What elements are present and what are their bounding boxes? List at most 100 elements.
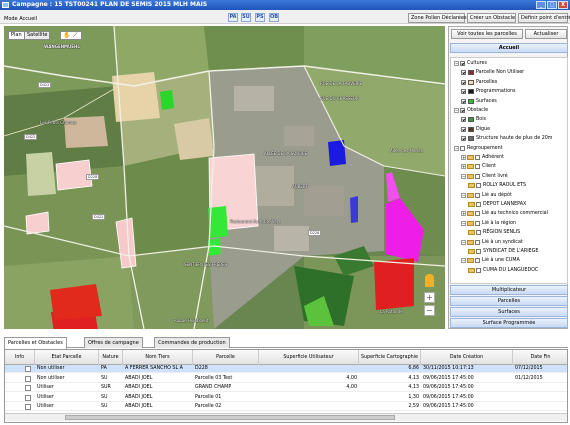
column-header[interactable]: Date Fin bbox=[513, 350, 567, 365]
tree-item[interactable]: + Lié au technico commercial bbox=[461, 210, 548, 217]
collapse-icon[interactable]: − bbox=[461, 258, 466, 264]
show-all-parcels-button[interactable]: Voir toutes les parcelles bbox=[451, 29, 523, 39]
tree-item[interactable]: SYNDICAT DE L'ARIEGE bbox=[468, 248, 538, 255]
zoom-in-button[interactable]: + bbox=[424, 292, 435, 303]
tree-checkbox[interactable] bbox=[476, 183, 481, 189]
tab-commandes-production[interactable]: Commandes de production bbox=[154, 337, 230, 348]
tree-item[interactable]: − Client livré bbox=[461, 173, 508, 180]
collapse-icon[interactable]: − bbox=[461, 239, 466, 245]
collapse-icon[interactable]: − bbox=[461, 220, 466, 226]
tree-checkbox[interactable] bbox=[461, 117, 466, 123]
maximize-button[interactable]: □ bbox=[547, 1, 557, 9]
table-row[interactable]: Utiliser SU ABADI JOEL Parcelle 01 1,30 09/06… bbox=[5, 394, 567, 402]
tree-item[interactable]: Structure haute de plus de 20m bbox=[461, 135, 552, 142]
table-row[interactable]: Non utiliser SU ABADI JOEL Parcelle 03 Test… bbox=[5, 375, 567, 383]
tree-item[interactable]: − Obstacle bbox=[454, 107, 488, 114]
column-header[interactable]: Superficie Cartographie bbox=[359, 350, 421, 365]
tree-item[interactable]: − Cultures bbox=[454, 60, 487, 67]
map-canvas[interactable] bbox=[4, 26, 445, 329]
accordion-parcelles[interactable]: Parcelles bbox=[450, 296, 568, 306]
tree-checkbox[interactable] bbox=[461, 70, 466, 76]
collapse-icon[interactable]: − bbox=[454, 61, 459, 66]
hand-icon[interactable]: ✋ bbox=[63, 32, 70, 39]
tree-checkbox[interactable] bbox=[460, 108, 465, 113]
column-header[interactable]: Parcelle bbox=[193, 350, 259, 365]
row-checkbox[interactable] bbox=[25, 394, 31, 401]
tree-item[interactable]: Digue bbox=[461, 126, 490, 133]
row-checkbox[interactable] bbox=[25, 375, 31, 382]
street-view-pegman-icon[interactable] bbox=[425, 274, 434, 287]
accordion-accueil[interactable]: Accueil bbox=[450, 43, 568, 53]
accordion-surfaces[interactable]: Surfaces bbox=[450, 307, 568, 317]
close-button[interactable]: X bbox=[558, 1, 568, 9]
expand-icon[interactable]: + bbox=[461, 155, 466, 160]
refresh-button[interactable]: Actualiser bbox=[525, 29, 567, 39]
tree-item[interactable]: CUMA DU LANGUEDOC bbox=[468, 267, 538, 274]
tree-checkbox[interactable] bbox=[476, 202, 481, 207]
tree-checkbox[interactable] bbox=[475, 239, 480, 245]
map-view[interactable]: Plan Satellite ✋ ⟋ WANGENMUEHL Les Petit… bbox=[4, 26, 445, 329]
tree-item[interactable]: + Adhérent bbox=[461, 154, 504, 161]
filter-ob-button[interactable]: OB bbox=[269, 13, 279, 22]
tree-item[interactable]: Parcelles bbox=[461, 79, 497, 86]
tab-offres-campagne[interactable]: Offres de campagne bbox=[84, 337, 143, 348]
collapse-icon[interactable]: − bbox=[454, 108, 459, 113]
zoom-out-button[interactable]: − bbox=[424, 305, 435, 316]
map-satellite-tab[interactable]: Satellite bbox=[24, 31, 51, 40]
tree-item[interactable]: − Lié au dépôt bbox=[461, 192, 512, 199]
tree-checkbox[interactable] bbox=[461, 98, 466, 104]
tree-checkbox[interactable] bbox=[460, 61, 465, 66]
tree-checkbox[interactable] bbox=[475, 220, 480, 226]
column-header[interactable]: Info bbox=[5, 350, 35, 365]
create-obstacle-button[interactable]: Créer un Obstacle bbox=[467, 13, 516, 23]
filter-su-button[interactable]: SU bbox=[241, 13, 251, 22]
tree-item[interactable]: − Lié à un syndicat bbox=[461, 239, 523, 246]
accordion-multiplicateur[interactable]: Multiplicateur bbox=[450, 285, 568, 295]
filter-pa-button[interactable]: PA bbox=[228, 13, 238, 22]
map-plan-tab[interactable]: Plan bbox=[8, 31, 25, 40]
tree-checkbox[interactable] bbox=[475, 173, 480, 179]
column-header[interactable]: Superficie Utilisateur bbox=[259, 350, 359, 365]
tree-checkbox[interactable] bbox=[461, 136, 466, 142]
row-checkbox[interactable] bbox=[25, 366, 31, 372]
tree-item[interactable]: Parcelle Non Utiliser bbox=[461, 69, 524, 76]
expand-icon[interactable]: + bbox=[461, 211, 466, 217]
horizontal-scrollbar[interactable] bbox=[5, 413, 567, 421]
tree-item[interactable]: − Lié à la région bbox=[461, 220, 516, 227]
tree-checkbox[interactable] bbox=[460, 145, 465, 151]
polyline-icon[interactable]: ⟋ bbox=[73, 32, 77, 39]
define-entry-point-button[interactable]: Définir point d'entrée bbox=[518, 13, 570, 23]
map-drawing-tools[interactable]: ✋ ⟋ bbox=[60, 31, 82, 40]
collapse-icon[interactable]: − bbox=[461, 173, 466, 179]
tree-checkbox[interactable] bbox=[475, 192, 480, 198]
scrollbar-thumb[interactable] bbox=[65, 415, 395, 420]
column-header[interactable]: Nom Tiers bbox=[123, 350, 193, 365]
column-header[interactable]: Date Création bbox=[421, 350, 513, 365]
tree-item[interactable]: Programmations bbox=[461, 88, 516, 95]
column-header[interactable]: Nature bbox=[99, 350, 123, 365]
tree-checkbox[interactable] bbox=[475, 258, 480, 264]
column-header[interactable]: Etat Parcelle bbox=[35, 350, 99, 365]
expand-icon[interactable]: + bbox=[461, 164, 466, 170]
tree-checkbox[interactable] bbox=[461, 79, 466, 85]
tree-checkbox[interactable] bbox=[461, 126, 466, 132]
tree-item[interactable]: Bois bbox=[461, 116, 486, 123]
row-checkbox[interactable] bbox=[25, 404, 31, 410]
table-row[interactable]: Utiliser SUR ABADI JOEL GRAND CHAMP 4,00 4,13… bbox=[5, 384, 567, 392]
tree-item[interactable]: RÉGION SENLIS bbox=[468, 229, 520, 236]
tree-checkbox[interactable] bbox=[461, 89, 466, 95]
tree-checkbox[interactable] bbox=[476, 249, 481, 254]
tree-checkbox[interactable] bbox=[476, 230, 481, 236]
table-row[interactable]: Utiliser SU ABADI JOEL Parcelle 02 2,59 09/06… bbox=[5, 403, 567, 411]
tree-checkbox[interactable] bbox=[475, 164, 480, 170]
minimize-button[interactable]: _ bbox=[536, 1, 546, 9]
tab-parcelles-obstacles[interactable]: Parcelles et Obstacles bbox=[4, 337, 67, 349]
tree-item[interactable]: Surfaces bbox=[461, 98, 497, 105]
row-checkbox[interactable] bbox=[25, 385, 31, 391]
table-row[interactable]: Non utiliser PA A FERRER SANCHO SL A D228 6,… bbox=[5, 365, 567, 373]
tree-item[interactable]: ROLLY RAOUL ETS bbox=[468, 182, 526, 189]
tree-checkbox[interactable] bbox=[475, 211, 480, 217]
tree-item[interactable]: + Client bbox=[461, 163, 496, 170]
accordion-surface-programmee[interactable]: Surface Programmée bbox=[450, 318, 568, 328]
tree-item[interactable]: DEPOT LANNEPAX bbox=[468, 201, 526, 208]
